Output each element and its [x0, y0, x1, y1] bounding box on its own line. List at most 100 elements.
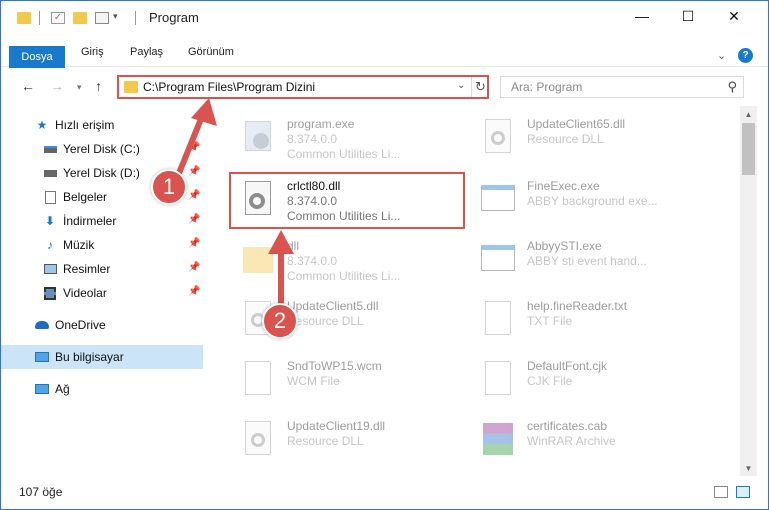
star-icon: ★ [36, 118, 48, 132]
dll-icon [239, 419, 275, 459]
folder-icon [17, 12, 31, 24]
tab-home[interactable]: Giriş [81, 46, 104, 68]
drive-icon [43, 166, 57, 180]
file-detail: WCM File [287, 374, 340, 388]
exe-icon [239, 117, 275, 157]
sidebar-item-label: Yerel Disk (C:) [63, 142, 140, 156]
step-badge-2: 2 [262, 303, 298, 339]
item-count: 107 öğe [19, 485, 63, 499]
ribbon: Dosya Giriş Paylaş Görünüm ⌄ ? [1, 35, 768, 68]
search-input[interactable]: Ara: Program ⚲ [500, 76, 744, 98]
network-icon [35, 382, 49, 396]
file-detail: Resource DLL [287, 434, 364, 448]
videos-icon [43, 286, 57, 300]
scroll-down-icon[interactable]: ▼ [740, 460, 757, 476]
list-item[interactable]: help.fineReader.txt TXT File [471, 293, 716, 347]
sidebar-item-network[interactable]: Ağ [1, 377, 203, 401]
file-detail: 8.374.0.0 [287, 132, 338, 146]
step-badge-1: 1 [151, 169, 187, 205]
divider [39, 11, 40, 25]
refresh-icon[interactable]: ↻ [471, 77, 489, 97]
list-item[interactable]: AbbyySTI.exe ABBY sti event hand... [471, 233, 716, 287]
navigation-bar: ← → ▾ ↑ C:\Program Files\Program Dizini … [1, 68, 768, 106]
file-detail: ABBY background exe... [527, 194, 658, 208]
scroll-thumb[interactable] [742, 123, 755, 175]
minimize-button[interactable]: — [619, 1, 665, 31]
pin-icon[interactable]: 📌 [188, 286, 200, 297]
pin-icon[interactable]: 📌 [188, 214, 200, 225]
list-item[interactable]: SndToWP15.wcm WCM File [231, 353, 476, 407]
address-path: C:\Program Files\Program Dizini [143, 80, 316, 94]
list-item[interactable]: FineExec.exe ABBY background exe... [471, 173, 716, 227]
recent-locations-icon[interactable]: ▾ [77, 82, 82, 93]
blank-file-icon [479, 359, 515, 399]
sidebar-item-label: Ağ [55, 382, 70, 396]
file-name: AbbyySTI.exe [527, 239, 602, 253]
file-detail: Resource DLL [287, 314, 364, 328]
file-name: UpdateClient65.dll [527, 117, 626, 131]
app-window-icon [479, 179, 515, 219]
details-view-icon[interactable] [714, 486, 728, 498]
vertical-scrollbar[interactable]: ▲ ▼ [740, 106, 757, 476]
text-file-icon [479, 299, 515, 339]
sidebar-item-label: Yerel Disk (D:) [63, 166, 140, 180]
window-title: Program [149, 10, 199, 25]
properties-icon[interactable]: ✓ [51, 12, 65, 24]
list-item[interactable]: DefaultFont.cjk CJK File [471, 353, 716, 407]
sidebar-item-label: Müzik [63, 238, 95, 252]
chevron-down-icon[interactable]: ▾ [113, 11, 118, 22]
documents-icon [43, 190, 57, 204]
sidebar-item-label: Bu bilgisayar [55, 350, 124, 364]
blank-file-icon [239, 359, 275, 399]
search-icon[interactable]: ⚲ [727, 79, 737, 95]
file-name: help.fineReader.txt [527, 299, 628, 313]
tab-file[interactable]: Dosya [9, 46, 65, 68]
tab-share[interactable]: Paylaş [130, 46, 163, 68]
dll-icon [479, 117, 515, 157]
sidebar-item-videos[interactable]: Videolar 📌 [1, 281, 203, 305]
sidebar-item-label: Belgeler [63, 190, 108, 204]
back-arrow-icon[interactable]: ← [21, 78, 35, 94]
customize-toolbar-icon[interactable] [95, 12, 109, 24]
sidebar-item-this-pc[interactable]: Bu bilgisayar [1, 345, 203, 369]
computer-icon [35, 350, 49, 364]
new-folder-icon[interactable] [73, 12, 87, 24]
music-icon: ♪ [47, 238, 53, 252]
sidebar-item-downloads[interactable]: ⬇ İndirmeler 📌 [1, 209, 203, 233]
forward-arrow-icon[interactable]: → [50, 78, 64, 94]
file-detail: TXT File [527, 314, 573, 328]
tab-view[interactable]: Görünüm [188, 46, 234, 68]
list-item[interactable]: UpdateClient65.dll Resource DLL [471, 111, 716, 165]
file-name: SndToWP15.wcm [287, 359, 382, 373]
folder-icon [124, 81, 138, 93]
up-arrow-icon[interactable]: ↑ [95, 78, 102, 94]
close-button[interactable]: ✕ [711, 1, 757, 31]
download-icon: ⬇ [44, 214, 56, 228]
sidebar-item-label: Videolar [63, 286, 107, 300]
file-name: FineExec.exe [527, 179, 600, 193]
pin-icon[interactable]: 📌 [188, 262, 200, 273]
highlight-box [229, 172, 465, 229]
title-bar: ✓ ▾ Program — ☐ ✕ [1, 1, 768, 35]
scroll-up-icon[interactable]: ▲ [740, 106, 757, 122]
sidebar-item-onedrive[interactable]: OneDrive [1, 313, 203, 337]
status-bar: 107 öğe [1, 476, 768, 509]
sidebar-item-music[interactable]: ♪ Müzik 📌 [1, 233, 203, 257]
list-item[interactable]: UpdateClient19.dll Resource DLL [231, 413, 476, 467]
divider [135, 11, 136, 25]
chevron-down-icon[interactable]: ⌄ [457, 80, 465, 91]
file-detail: CJK File [527, 374, 573, 388]
expand-ribbon-icon[interactable]: ⌄ [717, 49, 726, 62]
file-detail: WinRAR Archive [527, 434, 616, 448]
list-item[interactable]: program.exe 8.374.0.0 Common Utilities L… [231, 111, 476, 165]
help-icon[interactable]: ? [738, 48, 753, 63]
winrar-icon [479, 419, 515, 459]
pin-icon[interactable]: 📌 [188, 238, 200, 249]
file-name: certificates.cab [527, 419, 608, 433]
tiles-view-icon[interactable] [736, 486, 750, 498]
list-item[interactable]: certificates.cab WinRAR Archive [471, 413, 716, 467]
sidebar-item-label: Resimler [63, 262, 111, 276]
maximize-button[interactable]: ☐ [665, 1, 711, 31]
sidebar-item-pictures[interactable]: Resimler 📌 [1, 257, 203, 281]
sidebar-item-label: OneDrive [55, 318, 106, 332]
